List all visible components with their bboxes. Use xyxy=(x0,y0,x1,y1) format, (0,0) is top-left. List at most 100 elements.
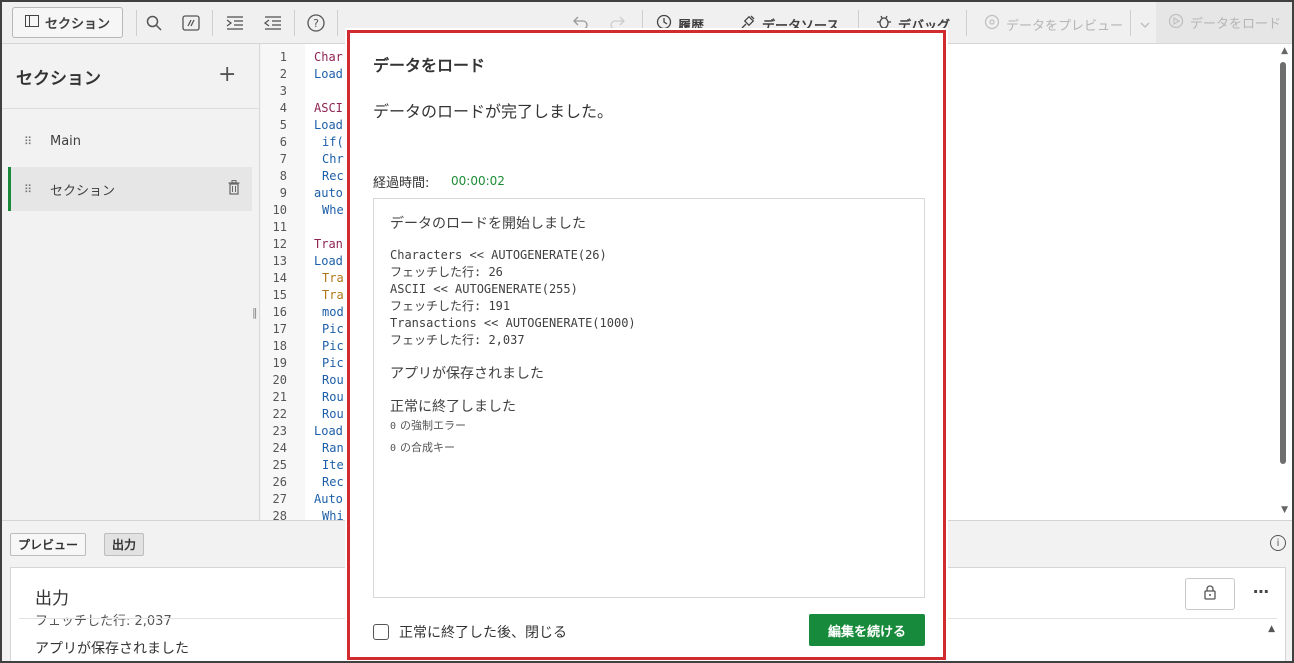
line-number: 15 xyxy=(272,288,287,302)
line-number: 13 xyxy=(272,254,287,268)
code-line[interactable]: Rou xyxy=(322,390,344,404)
log-saved: アプリが保存されました xyxy=(390,366,544,382)
comment-icon[interactable] xyxy=(180,12,202,34)
dialog-message: データのロードが完了しました。 xyxy=(373,102,614,121)
code-line[interactable]: Rec xyxy=(322,169,344,183)
app-frame: セクション ? 履歴 データソース デバッグ データをプレビュー データをロード… xyxy=(0,0,1294,663)
line-number: 8 xyxy=(279,169,287,183)
line-number: 3 xyxy=(279,84,287,98)
line-number: 27 xyxy=(272,492,287,506)
section-item-label: セクション xyxy=(50,183,116,199)
code-line[interactable]: Load xyxy=(314,67,343,81)
line-number: 17 xyxy=(272,322,287,336)
lock-icon xyxy=(1204,584,1216,604)
outdent-icon[interactable] xyxy=(262,12,284,34)
toolbar-divider xyxy=(212,10,213,36)
scroll-down-icon[interactable]: ▼ xyxy=(1281,505,1288,515)
code-line[interactable]: Chr xyxy=(322,152,344,166)
section-item-section[interactable]: ⠿ セクション xyxy=(8,167,252,211)
preview-data-button[interactable]: データをプレビュー xyxy=(984,14,1123,34)
add-section-button[interactable]: + xyxy=(218,62,236,87)
code-line[interactable]: Pic xyxy=(322,322,344,336)
code-line[interactable]: Rou xyxy=(322,373,344,387)
toolbar-divider xyxy=(136,10,137,36)
editor-scrollbar[interactable] xyxy=(1280,62,1286,464)
elapsed-time-value: 00:00:02 xyxy=(451,174,505,188)
section-item-main[interactable]: ⠿ Main xyxy=(8,119,252,163)
checkbox-label: 正常に終了した後、閉じる xyxy=(399,625,567,641)
sections-toggle-button[interactable]: セクション xyxy=(12,7,124,38)
indent-icon[interactable] xyxy=(224,12,246,34)
line-number: 21 xyxy=(272,390,287,404)
play-icon xyxy=(1168,13,1184,33)
checkbox[interactable] xyxy=(373,624,389,640)
sidebar-title: セクション xyxy=(16,69,101,89)
code-line[interactable]: Tra xyxy=(322,288,344,302)
help-icon[interactable]: ? xyxy=(305,12,327,34)
output-title: 出力 xyxy=(35,589,69,609)
code-line[interactable]: Load xyxy=(314,254,343,268)
line-number: 24 xyxy=(272,441,287,455)
load-data-button[interactable]: データをロード xyxy=(1156,2,1292,43)
toolbar-divider xyxy=(966,10,967,36)
code-line[interactable]: Tran xyxy=(314,237,343,251)
load-data-label: データをロード xyxy=(1190,17,1282,32)
sections-toggle-label: セクション xyxy=(45,17,111,32)
line-number: 5 xyxy=(279,118,287,132)
load-data-dialog: データをロード データのロードが完了しました。 経過時間: 00:00:02 デ… xyxy=(353,36,940,654)
dialog-title: データをロード xyxy=(373,56,486,75)
code-line[interactable]: Whe xyxy=(322,203,344,217)
chevron-down-icon[interactable] xyxy=(1134,14,1156,36)
line-number: 14 xyxy=(272,271,287,285)
search-icon[interactable] xyxy=(143,12,165,34)
log-synthetic-keys: 0 の合成キー xyxy=(390,439,455,455)
code-line[interactable]: ASCI xyxy=(314,101,343,115)
code-line[interactable]: Load xyxy=(314,118,343,132)
code-line[interactable]: mod xyxy=(322,305,344,319)
code-line[interactable]: Auto xyxy=(314,492,343,506)
line-number: 4 xyxy=(279,101,287,115)
scroll-up-icon[interactable]: ▲ xyxy=(1268,624,1275,634)
output-log-line: フェッチした行: 2,037 xyxy=(35,614,172,629)
more-options-button[interactable]: ⋯ xyxy=(1253,582,1269,601)
continue-editing-button[interactable]: 編集を続ける xyxy=(809,614,925,646)
line-number: 22 xyxy=(272,407,287,421)
code-line[interactable]: Ran xyxy=(322,441,344,455)
line-number: 9 xyxy=(279,186,287,200)
panel-icon xyxy=(25,14,39,31)
output-log-line: アプリが保存されました xyxy=(35,641,189,657)
code-line[interactable]: Tra xyxy=(322,271,344,285)
code-line[interactable]: Char xyxy=(314,50,343,64)
drag-handle-icon[interactable]: ⠿ xyxy=(24,135,36,148)
code-line[interactable]: Pic xyxy=(322,356,344,370)
lock-button[interactable] xyxy=(1185,578,1235,610)
code-line[interactable]: auto xyxy=(314,186,343,200)
code-line[interactable]: Rou xyxy=(322,407,344,421)
line-number: 20 xyxy=(272,373,287,387)
sections-sidebar: セクション + ⠿ Main ⠿ セクション ‖ xyxy=(2,44,260,520)
resize-handle-icon[interactable]: ‖ xyxy=(252,306,258,319)
info-icon[interactable]: i xyxy=(1270,535,1286,551)
log-keys-label: の合成キー xyxy=(400,441,456,454)
divider xyxy=(2,108,260,109)
tab-preview[interactable]: プレビュー xyxy=(10,533,87,556)
section-item-label: Main xyxy=(50,133,82,149)
line-number: 1 xyxy=(279,50,287,64)
close-after-success-checkbox[interactable]: 正常に終了した後、閉じる xyxy=(373,622,567,642)
line-number: 23 xyxy=(272,424,287,438)
line-number: 2 xyxy=(279,67,287,81)
log-errors-label: の強制エラー xyxy=(400,419,467,432)
code-line[interactable]: Rec xyxy=(322,475,344,489)
drag-handle-icon[interactable]: ⠿ xyxy=(24,183,36,196)
toolbar-divider xyxy=(337,10,338,36)
line-number: 10 xyxy=(272,203,287,217)
svg-text:?: ? xyxy=(313,17,319,30)
code-line[interactable]: Load xyxy=(314,424,343,438)
code-line[interactable]: if( xyxy=(322,135,344,149)
code-line[interactable]: Ite xyxy=(322,458,344,472)
code-line[interactable]: Pic xyxy=(322,339,344,353)
trash-icon[interactable] xyxy=(228,180,240,199)
line-number: 19 xyxy=(272,356,287,370)
tab-output[interactable]: 出力 xyxy=(104,533,145,556)
scroll-up-icon[interactable]: ▲ xyxy=(1281,46,1288,56)
